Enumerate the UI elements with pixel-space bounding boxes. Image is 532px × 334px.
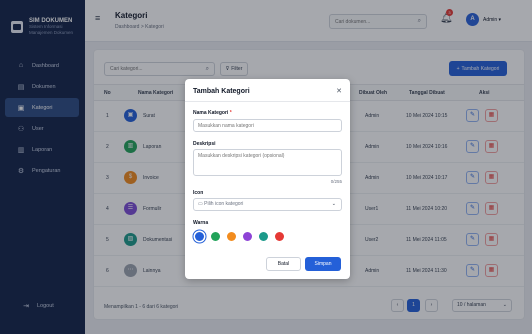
- name-label: Nama Kategori *: [193, 110, 232, 116]
- category-name-input[interactable]: [193, 119, 342, 132]
- color-swatch-purple[interactable]: [243, 232, 252, 241]
- divider: [185, 101, 350, 102]
- close-icon[interactable]: ✕: [336, 87, 342, 95]
- color-swatch-green[interactable]: [211, 232, 220, 241]
- color-swatch-orange[interactable]: [227, 232, 236, 241]
- color-swatch-red[interactable]: [275, 232, 284, 241]
- color-swatch-teal[interactable]: [259, 232, 268, 241]
- icon-select[interactable]: ▭ Pilih icon kategori ⌄: [193, 198, 342, 211]
- description-textarea[interactable]: [193, 149, 342, 176]
- folder-icon: ▭: [198, 201, 203, 207]
- modal-title: Tambah Kategori: [193, 88, 250, 95]
- color-label: Warna: [193, 220, 209, 226]
- color-swatch-blue[interactable]: [195, 232, 204, 241]
- cancel-button[interactable]: Batal: [266, 257, 301, 271]
- description-label: Deskripsi: [193, 141, 216, 147]
- add-category-modal: Tambah Kategori ✕ Nama Kategori * Deskri…: [185, 79, 350, 279]
- icon-label: Icon: [193, 190, 204, 196]
- char-count: 0/255: [330, 179, 342, 184]
- save-button[interactable]: Simpan: [305, 257, 341, 271]
- chevron-down-icon: ⌄: [331, 201, 336, 207]
